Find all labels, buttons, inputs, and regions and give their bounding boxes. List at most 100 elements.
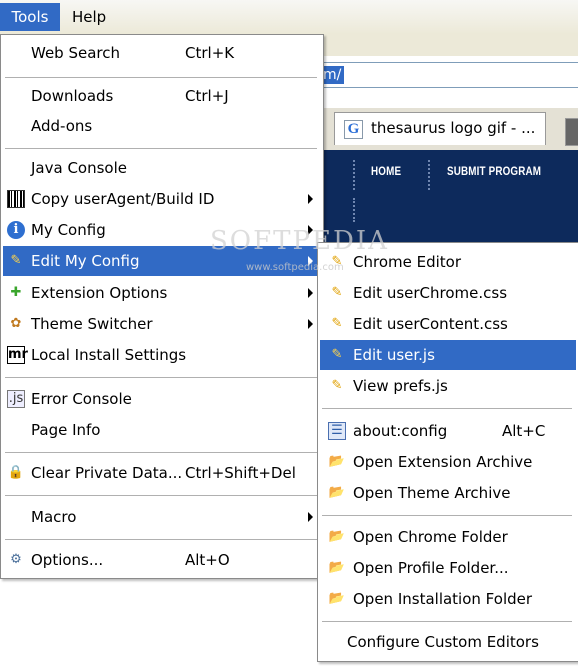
pencil-icon: ✎ xyxy=(331,285,343,300)
menu-item-label: Copy userAgent/Build ID xyxy=(31,190,215,208)
menu-separator xyxy=(5,539,317,540)
palette-icon: ✿ xyxy=(10,316,22,331)
menu-item-chrome-editor[interactable]: ✎ Chrome Editor xyxy=(320,247,576,277)
menu-separator xyxy=(322,621,572,622)
site-nav-home[interactable]: HOME xyxy=(371,164,401,178)
menu-tools[interactable]: Tools xyxy=(0,3,60,31)
menu-separator xyxy=(5,495,317,496)
menu-item-label: Local Install Settings xyxy=(31,346,187,364)
barcode-icon xyxy=(7,190,25,208)
menu-item-open-theme-archive[interactable]: 📂 Open Theme Archive xyxy=(320,478,576,508)
info-icon: i xyxy=(7,221,25,239)
menu-item-about-config[interactable]: ☰ about:config Alt+C xyxy=(320,416,576,446)
menubar: Tools Help xyxy=(0,0,578,35)
menu-item-java-console[interactable]: Java Console xyxy=(3,153,321,183)
menu-item-label: Clear Private Data... xyxy=(31,464,183,482)
browser-tab-partial[interactable] xyxy=(565,118,578,146)
menu-item-label: Open Installation Folder xyxy=(353,590,533,608)
site-nav-submit-program[interactable]: SUBMIT PROGRAM xyxy=(447,164,541,178)
nav-divider xyxy=(353,198,357,222)
folder-icon: 📂 xyxy=(328,529,346,544)
menu-separator xyxy=(322,515,572,516)
menu-item-label: Edit userChrome.css xyxy=(353,284,508,302)
nav-divider xyxy=(428,160,432,190)
url-selected-text: m/ xyxy=(323,66,345,84)
menu-item-label: Edit My Config xyxy=(31,252,140,270)
menu-item-web-search[interactable]: Web Search Ctrl+K xyxy=(3,38,321,68)
menu-item-error-console[interactable]: .js Error Console xyxy=(3,384,321,414)
menu-item-local-install-settings[interactable]: mr Local Install Settings xyxy=(3,340,321,370)
menu-item-label: Configure Custom Editors xyxy=(347,633,539,651)
submenu-arrow-icon xyxy=(308,256,313,266)
gears-icon: ⚙ xyxy=(10,552,22,567)
pencil-icon: ✎ xyxy=(331,254,343,269)
menu-separator xyxy=(5,148,317,149)
menu-item-label: Open Profile Folder... xyxy=(353,559,509,577)
menu-item-label: Web Search xyxy=(31,44,121,62)
tools-menu: Web Search Ctrl+K Downloads Ctrl+J Add-o… xyxy=(0,34,324,579)
mr-icon: mr xyxy=(7,346,28,364)
folder-icon: 📂 xyxy=(328,454,346,469)
menu-help[interactable]: Help xyxy=(63,3,115,31)
menu-item-copy-useragent[interactable]: Copy userAgent/Build ID xyxy=(3,184,321,214)
menu-item-label: Theme Switcher xyxy=(31,315,153,333)
submenu-arrow-icon xyxy=(308,288,313,298)
menu-item-shortcut: Alt+O xyxy=(185,551,230,569)
menu-item-open-installation-folder[interactable]: 📂 Open Installation Folder xyxy=(320,584,576,614)
menu-item-macro[interactable]: Macro xyxy=(3,502,321,532)
menu-item-view-prefs-js[interactable]: ✎ View prefs.js xyxy=(320,371,576,401)
menu-item-options[interactable]: ⚙ Options... Alt+O xyxy=(3,545,321,575)
submenu-arrow-icon xyxy=(308,194,313,204)
menu-separator xyxy=(5,377,317,378)
menu-item-label: Open Extension Archive xyxy=(353,453,533,471)
menu-item-edit-usercontent[interactable]: ✎ Edit userContent.css xyxy=(320,309,576,339)
website-nav-bar: HOME SUBMIT PROGRAM xyxy=(323,150,578,245)
menu-item-extension-options[interactable]: ✚ Extension Options xyxy=(3,278,321,308)
browser-toolbar xyxy=(323,34,578,56)
menu-item-open-chrome-folder[interactable]: 📂 Open Chrome Folder xyxy=(320,522,576,552)
menu-item-theme-switcher[interactable]: ✿ Theme Switcher xyxy=(3,309,321,339)
submenu-arrow-icon xyxy=(308,512,313,522)
menu-item-page-info[interactable]: Page Info xyxy=(3,415,321,445)
menu-item-open-extension-archive[interactable]: 📂 Open Extension Archive xyxy=(320,447,576,477)
tab-strip: G thesaurus logo gif - ... xyxy=(323,108,578,150)
menu-item-label: View prefs.js xyxy=(353,377,448,395)
menu-item-label: Add-ons xyxy=(31,117,93,135)
menu-item-edit-user-js[interactable]: ✎ Edit user.js xyxy=(320,340,576,370)
pencil-icon: ✎ xyxy=(331,316,343,331)
menu-separator xyxy=(322,408,572,409)
menu-item-shortcut: Ctrl+J xyxy=(185,87,229,105)
pencil-icon: ✎ xyxy=(331,347,343,362)
menu-item-add-ons[interactable]: Add-ons xyxy=(3,111,321,141)
menu-item-label: Java Console xyxy=(31,159,127,177)
menu-item-downloads[interactable]: Downloads Ctrl+J xyxy=(3,81,321,111)
menu-item-label: Options... xyxy=(31,551,104,569)
folder-icon: 📂 xyxy=(328,485,346,500)
pencil-icon: ✎ xyxy=(331,378,343,393)
menu-item-label: Page Info xyxy=(31,421,101,439)
menu-item-my-config[interactable]: i My Config xyxy=(3,215,321,245)
menu-item-label: about:config xyxy=(353,422,448,440)
menu-item-shortcut: Alt+C xyxy=(502,422,546,440)
menu-item-clear-private-data[interactable]: 🔒 Clear Private Data... Ctrl+Shift+Del xyxy=(3,458,321,488)
menu-item-edit-userchrome[interactable]: ✎ Edit userChrome.css xyxy=(320,278,576,308)
menu-item-open-profile-folder[interactable]: 📂 Open Profile Folder... xyxy=(320,553,576,583)
nav-divider xyxy=(353,160,357,190)
page-content xyxy=(0,578,317,666)
menu-item-label: Downloads xyxy=(31,87,114,105)
menu-item-label: Edit userContent.css xyxy=(353,315,508,333)
browser-tab[interactable]: G thesaurus logo gif - ... xyxy=(334,112,546,145)
menu-item-label: Chrome Editor xyxy=(353,253,461,271)
menu-item-configure-custom-editors[interactable]: Configure Custom Editors xyxy=(320,627,576,657)
google-favicon-icon: G xyxy=(344,120,363,139)
menu-item-label: My Config xyxy=(31,221,106,239)
menu-item-label: Open Chrome Folder xyxy=(353,528,508,546)
menu-item-label: Extension Options xyxy=(31,284,168,302)
menu-separator xyxy=(5,77,317,78)
url-bar[interactable]: m/ xyxy=(323,62,578,88)
puzzle-icon: ✚ xyxy=(10,285,22,300)
menu-item-shortcut: Ctrl+Shift+Del xyxy=(185,464,296,482)
menu-item-edit-my-config[interactable]: ✎ Edit My Config xyxy=(3,246,321,276)
submenu-arrow-icon xyxy=(308,225,313,235)
edit-my-config-submenu: ✎ Chrome Editor ✎ Edit userChrome.css ✎ … xyxy=(317,242,578,662)
